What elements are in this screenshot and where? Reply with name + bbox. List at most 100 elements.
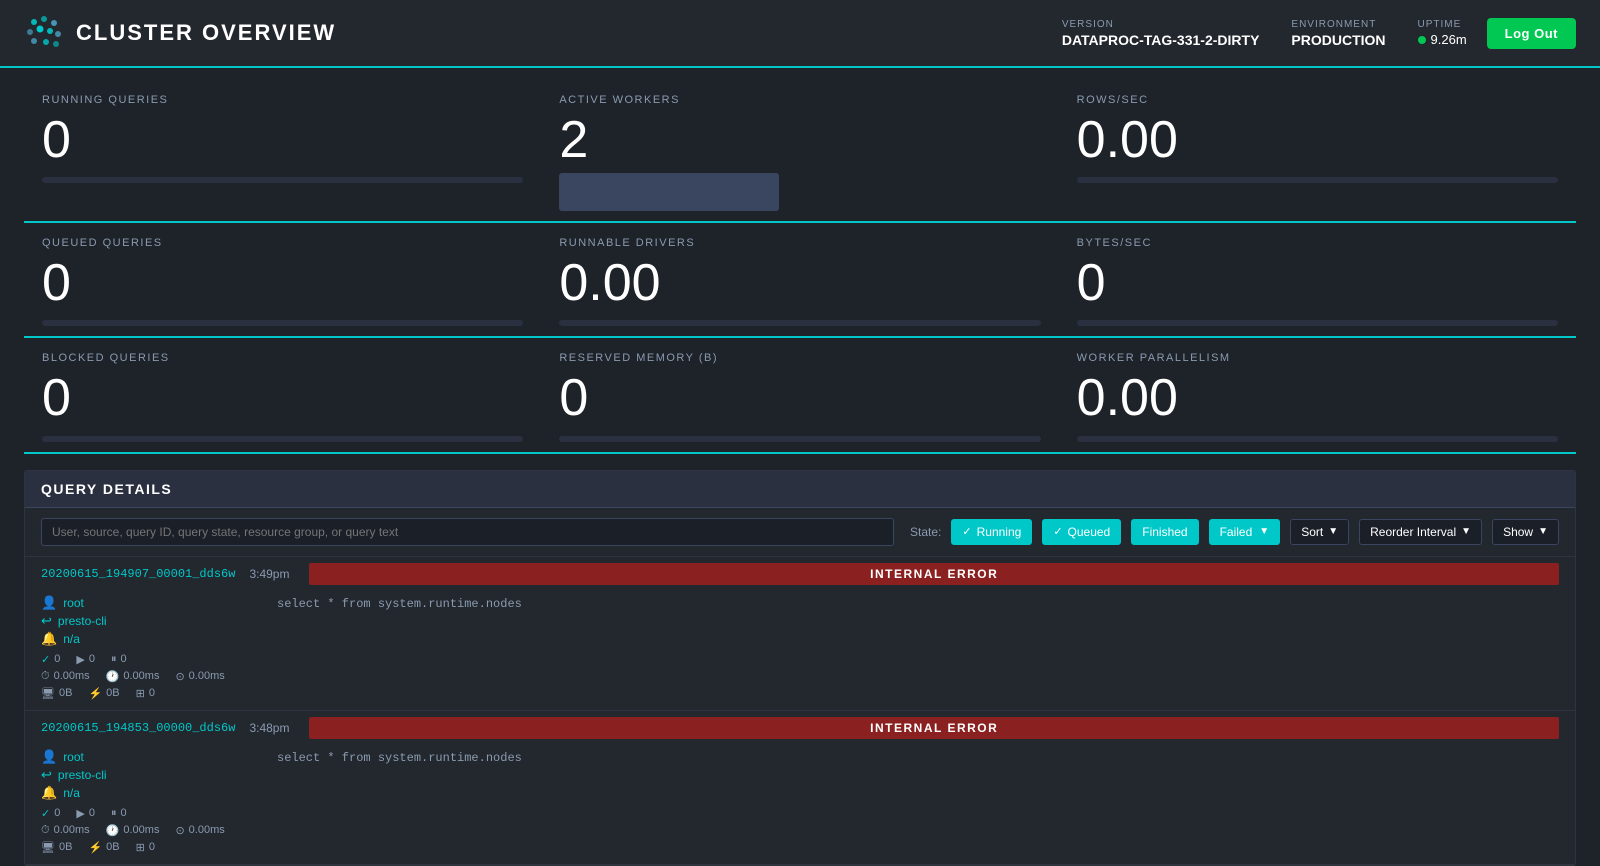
check-stat-icon: ✓ <box>41 653 50 666</box>
stat-cell-1: ACTIVE WORKERS2 <box>541 80 1058 223</box>
query-sql: select * from system.runtime.nodes <box>261 749 1559 854</box>
query-details-header: QUERY DETAILS <box>25 471 1575 508</box>
query-row-header: 20200615_194907_00001_dds6w3:49pmINTERNA… <box>25 557 1575 591</box>
query-stat-checks: ✓ 0 <box>41 653 60 666</box>
query-stat-time1: ⏱ 0.00ms <box>41 670 90 683</box>
reorder-arrow-icon: ▼ <box>1461 526 1471 537</box>
query-stat-size2: ⚡ 0B <box>88 841 119 854</box>
query-resource-group: 🔔n/a <box>41 631 261 647</box>
query-row[interactable]: 20200615_194853_00000_dds6w 3:48pm INTERNA… <box>25 711 1575 865</box>
size2-value: 0B <box>106 687 119 699</box>
checks-value: 0 <box>54 653 60 665</box>
stat-cell-7: RESERVED MEMORY (B)0 <box>541 338 1058 453</box>
query-status-badge: INTERNAL ERROR <box>309 717 1559 739</box>
query-time: 3:48pm <box>249 721 289 735</box>
user-value: root <box>63 750 84 764</box>
source-icon: ↩ <box>41 767 52 783</box>
query-row[interactable]: 20200615_194907_00001_dds6w3:49pmINTERNA… <box>25 557 1575 711</box>
query-sql: select * from system.runtime.nodes <box>261 595 1559 700</box>
query-row-header: 20200615_194853_00000_dds6w 3:48pm INTERNA… <box>25 711 1575 745</box>
time2-icon: 🕐 <box>106 670 120 683</box>
show-button[interactable]: Show ▼ <box>1492 519 1559 545</box>
filter-failed-button[interactable]: Failed ▼ <box>1209 519 1281 545</box>
query-stat-size1: 🖥 0B <box>41 687 72 700</box>
show-arrow-icon: ▼ <box>1538 526 1548 537</box>
resource-group-value: n/a <box>63 632 80 646</box>
stat-cell-4: RUNNABLE DRIVERS0.00 <box>541 223 1058 338</box>
filter-finished-button[interactable]: Finished <box>1131 519 1198 545</box>
query-body: 👤root↩presto-cli🔔n/a ✓ 0 ▶ 0 ⏸ 0 ⏱ 0.00m… <box>25 745 1575 864</box>
user-icon: 👤 <box>41 749 57 765</box>
time2-icon: 🕐 <box>106 824 120 837</box>
user-icon: 👤 <box>41 595 57 611</box>
stat-cell-6: BLOCKED QUERIES 0 <box>24 338 541 453</box>
reorder-interval-button[interactable]: Reorder Interval ▼ <box>1359 519 1482 545</box>
size1-value: 0B <box>59 687 72 699</box>
stat-value-2: 0.00 <box>1077 112 1558 169</box>
resource-group-icon: 🔔 <box>41 785 57 801</box>
logo: CLUSTER OVERVIEW <box>24 14 336 52</box>
stat-label-0: RUNNING QUERIES <box>42 94 523 106</box>
query-id[interactable]: 20200615_194853_00000_dds6w <box>41 721 235 735</box>
query-stat-size1: 🖥 0B <box>41 841 72 854</box>
sort-arrow-icon: ▼ <box>1328 526 1338 537</box>
stat-value-7: 0 <box>559 370 1040 427</box>
query-stats-row-1: ✓ 0 ▶ 0 ⏸ 0 <box>41 653 261 666</box>
query-stats-row-3: 🖥 0B ⚡ 0B ⊞ 0 <box>41 841 261 854</box>
query-filter-bar: State: ✓ Running ✓ Queued Finished Faile… <box>25 508 1575 557</box>
count-value: 0 <box>149 687 155 699</box>
query-source: ↩presto-cli <box>41 613 261 629</box>
stat-bar-container-8 <box>1077 436 1558 442</box>
query-stat-time1: ⏱ 0.00ms <box>41 824 90 837</box>
stat-value-5: 0 <box>1077 255 1558 312</box>
pause-stat-icon: ⏸ <box>111 807 117 820</box>
query-details-section: QUERY DETAILS State: ✓ Running ✓ Queued … <box>24 470 1576 866</box>
filter-failed-label: Failed <box>1220 525 1253 539</box>
query-meta: 👤root↩presto-cli🔔n/a ✓ 0 ▶ 0 ⏸ 0 ⏱ 0.00m… <box>41 749 261 854</box>
version-value: DATAPROC-TAG-331-2-DIRTY <box>1062 32 1260 48</box>
query-search-input[interactable] <box>41 518 894 546</box>
size1-value: 0B <box>59 841 72 853</box>
time1-icon: ⏱ <box>41 824 50 837</box>
stat-label-3: QUEUED QUERIES <box>42 237 523 249</box>
version-label: VERSION <box>1062 19 1260 30</box>
play-stat-icon: ▶ <box>76 653 84 666</box>
query-resource-group: 🔔n/a <box>41 785 261 801</box>
uptime-value: 9.26m <box>1431 32 1467 47</box>
stat-bar-container-6 <box>42 436 523 442</box>
app-title: CLUSTER OVERVIEW <box>76 20 336 46</box>
play-value: 0 <box>89 807 95 819</box>
count-icon: ⊞ <box>136 841 145 854</box>
query-user: 👤 root <box>41 749 261 765</box>
stat-value-8: 0.00 <box>1077 370 1558 427</box>
stat-bar-container-3 <box>42 320 523 326</box>
source-value: presto-cli <box>58 614 107 628</box>
stat-value-3: 0 <box>42 255 523 312</box>
sort-button[interactable]: Sort ▼ <box>1290 519 1349 545</box>
time1-value: 0.00ms <box>54 670 90 682</box>
query-stat-pause: ⏸ 0 <box>111 653 127 666</box>
stat-label-1: ACTIVE WORKERS <box>559 94 1040 106</box>
checks-value: 0 <box>54 807 60 819</box>
show-label: Show <box>1503 525 1533 539</box>
state-label: State: <box>910 525 941 539</box>
uptime-dot <box>1418 36 1426 44</box>
stat-cell-2: ROWS/SEC0.00 <box>1059 80 1576 223</box>
query-stat-count: ⊞ 0 <box>136 687 155 700</box>
stat-cell-5: BYTES/SEC 0 <box>1059 223 1576 338</box>
stat-value-6: 0 <box>42 370 523 427</box>
stat-label-6: BLOCKED QUERIES <box>42 352 523 364</box>
check-stat-icon: ✓ <box>41 807 50 820</box>
filter-queued-button[interactable]: ✓ Queued <box>1042 519 1121 545</box>
stat-label-5: BYTES/SEC <box>1077 237 1558 249</box>
filter-running-button[interactable]: ✓ Running <box>951 519 1032 545</box>
stat-bar-container-2 <box>1077 177 1558 183</box>
filter-queued-label: Queued <box>1068 525 1111 539</box>
environment-label: ENVIRONMENT <box>1291 19 1385 30</box>
stat-cell-0: RUNNING QUERIES 0 <box>24 80 541 223</box>
stat-value-0: 0 <box>42 112 523 169</box>
query-id[interactable]: 20200615_194907_00001_dds6w <box>41 567 235 581</box>
logout-button[interactable]: Log Out <box>1487 18 1576 49</box>
query-stats-row-2: ⏱ 0.00ms 🕐 0.00ms ⊙ 0.00ms <box>41 824 261 837</box>
logo-icon <box>24 14 62 52</box>
